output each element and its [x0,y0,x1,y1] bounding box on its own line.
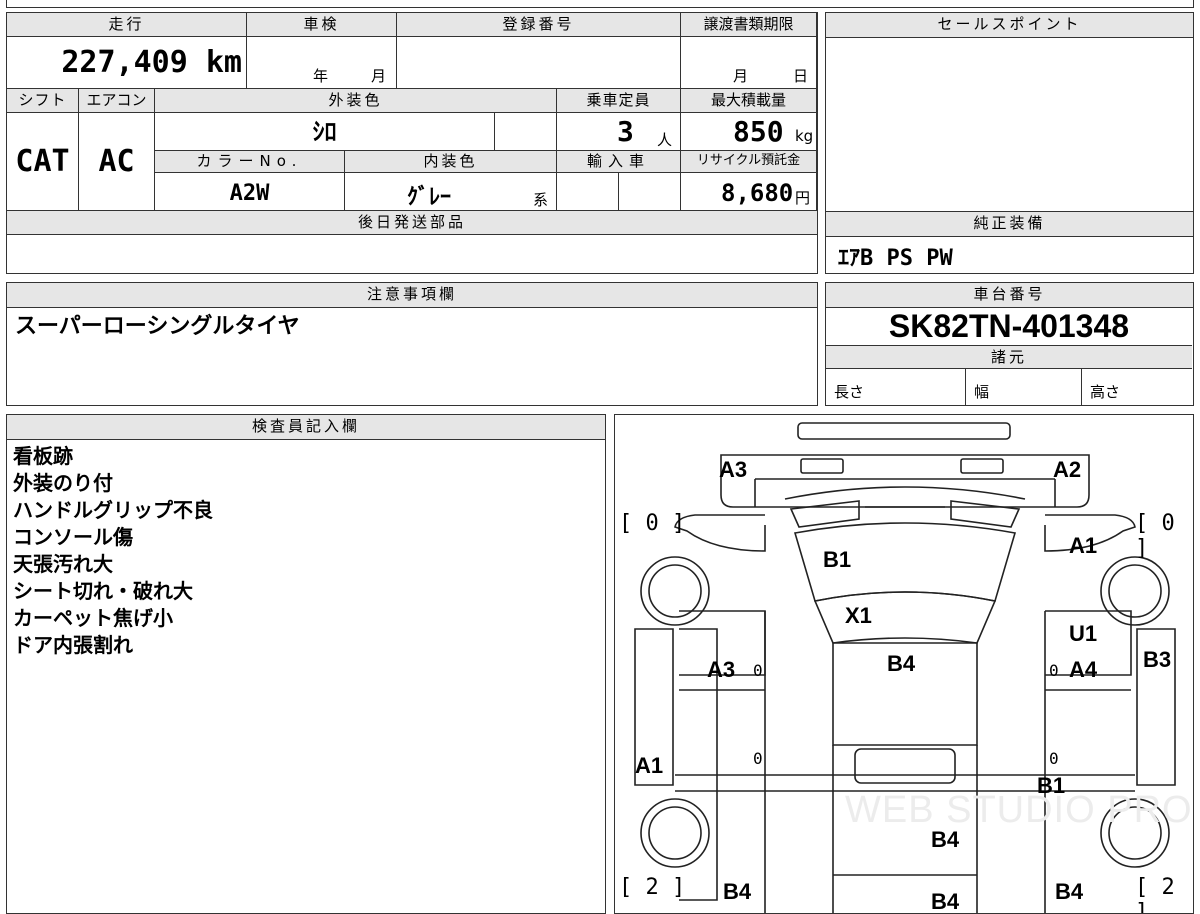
mark-front-right-fender: A1 [1069,533,1098,558]
recycle-unit: 円 [795,189,811,207]
ac-label: エアコン [79,89,155,113]
sales-point-label: セールスポイント [826,13,1193,38]
equipment-box: 純正装備 ｴｱB PS PW [825,212,1194,274]
notes-value: スーパーローシングルタイヤ [15,314,300,339]
shaken-label: 車検 [247,13,397,37]
mark-hood: B1 [823,547,852,572]
inspector-line: カーペット焦げ小 [13,606,173,630]
inspector-line: シート切れ・破れ大 [13,579,193,603]
door-zero-mark: 0 [753,661,763,680]
spec-height: 高さ [1090,383,1121,401]
mileage-label: 走行 [7,13,247,37]
capacity-label: 乗車定員 [557,89,681,113]
exterior-value: ｼﾛ [155,113,495,151]
transfer-label: 譲渡書類期限 [681,13,817,37]
mark-front-left-corner: A3 [719,457,748,482]
transfer-month: 月 [733,67,749,85]
spec-label: 諸元 [826,345,1192,369]
inspector-line: 看板跡 [13,444,73,468]
mark-cowl: X1 [845,603,872,628]
interior-value: ｸﾞﾚｰ [407,185,452,210]
recycle-label: リサイクル預託金 [681,151,817,173]
registration-value [397,37,681,89]
tire-front-left: [ 0 ] [619,511,686,536]
tire-rear-left: [ 2 ] [619,875,686,900]
mark-front-right-corner: A2 [1053,457,1082,482]
equipment-value: ｴｱB PS PW [838,246,953,271]
inspector-label: 検査員記入欄 [7,415,605,440]
maxload-unit: kg [795,127,814,145]
interior-suffix: 系 [533,191,549,209]
shaken-month: 月 [371,67,387,85]
inspector-line: 天張汚れ大 [13,552,113,576]
chassis-box: 車台番号 SK82TN-401348 諸元 長さ 幅 高さ [825,282,1194,406]
chassis-label: 車台番号 [826,283,1193,308]
spec-height-cell: 高さ [1082,369,1192,405]
interior-value-cell: ｸﾞﾚｰ 系 [345,173,557,211]
mark-roof: B4 [887,651,916,676]
inspector-lines: 看板跡 外装のり付 ハンドルグリップ不良 コンソール傷 天張汚れ大 シート切れ・… [13,443,213,659]
mark-left-door: A3 [707,657,736,682]
inspector-line: コンソール傷 [13,525,133,549]
transfer-value: 月 日 [681,37,817,89]
shaken-value: 年 月 [247,37,397,89]
mark-left-side: A1 [635,753,664,778]
vehicle-diagram: WEB STUDIO PRO [ 0 ] [ 0 ] [ 2 ] [ 2 ] A… [614,414,1194,914]
door-zero-mark: 0 [1049,661,1059,680]
shift-label: シフト [7,89,79,113]
maxload-value: 850 [733,115,784,148]
spec-width-cell: 幅 [966,369,1082,405]
watermark: WEB STUDIO PRO [845,789,1193,831]
spec-width: 幅 [974,383,990,401]
mark-right-door-upper: U1 [1069,621,1098,646]
ac-value: AC [79,113,155,211]
vehicle-info-grid: 走行 車検 登録番号 譲渡書類期限 227,409 km 年 月 月 日 シフト… [6,12,818,274]
import-b [619,173,681,211]
shift-value: CAT [7,113,79,211]
chassis-value: SK82TN-401348 [888,308,1130,344]
mark-right-door: A4 [1069,657,1098,682]
inspector-box: 検査員記入欄 看板跡 外装のり付 ハンドルグリップ不良 コンソール傷 天張汚れ大… [6,414,606,914]
mileage-value: 227,409 km [7,37,247,89]
notes-box: 注意事項欄 スーパーローシングルタイヤ [6,282,818,406]
interior-label: 内装色 [345,151,557,173]
recycle-value-cell: 8,680 円 [681,173,817,211]
spec-length: 長さ [834,383,865,401]
exterior-label: 外装色 [155,89,557,113]
registration-label: 登録番号 [397,13,681,37]
shaken-year: 年 [313,67,329,85]
capacity-value: 3 [617,115,634,148]
later-parts-label: 後日発送部品 [7,211,817,235]
import-a [557,173,619,211]
capacity-unit: 人 [657,131,673,149]
equipment-label: 純正装備 [826,212,1193,237]
spec-length-cell: 長さ [826,369,966,405]
tire-rear-right: [ 2 ] [1135,875,1175,914]
door-zero-mark: 0 [753,749,763,768]
maxload-label: 最大積載量 [681,89,817,113]
sales-point-box: セールスポイント [825,12,1194,212]
tire-front-right: [ 0 ] [1135,511,1175,561]
color-no-value: A2W [155,173,345,211]
transfer-day: 日 [793,67,809,85]
inspector-line: ハンドルグリップ不良 [13,498,213,522]
mark-rear-right: B4 [1055,879,1084,904]
maxload-value-cell: 850 kg [681,113,817,151]
capacity-value-cell: 3 人 [557,113,681,151]
color-no-label: カラーNo. [155,151,345,173]
exterior-extra [495,113,557,151]
top-strip [6,0,1194,8]
import-label: 輸入車 [557,151,681,173]
mark-right-rear: B1 [1037,773,1066,798]
mark-bed-mid: B4 [931,827,960,852]
door-zero-mark: 0 [1049,749,1059,768]
mark-rear-left: B4 [723,879,752,904]
inspector-line: 外装のり付 [13,471,113,495]
inspector-line: ドア内張割れ [13,633,133,657]
notes-label: 注意事項欄 [7,283,817,308]
mark-rear-center: B4 [931,889,960,914]
mark-right-side: B3 [1143,647,1172,672]
recycle-value: 8,680 [721,179,794,207]
